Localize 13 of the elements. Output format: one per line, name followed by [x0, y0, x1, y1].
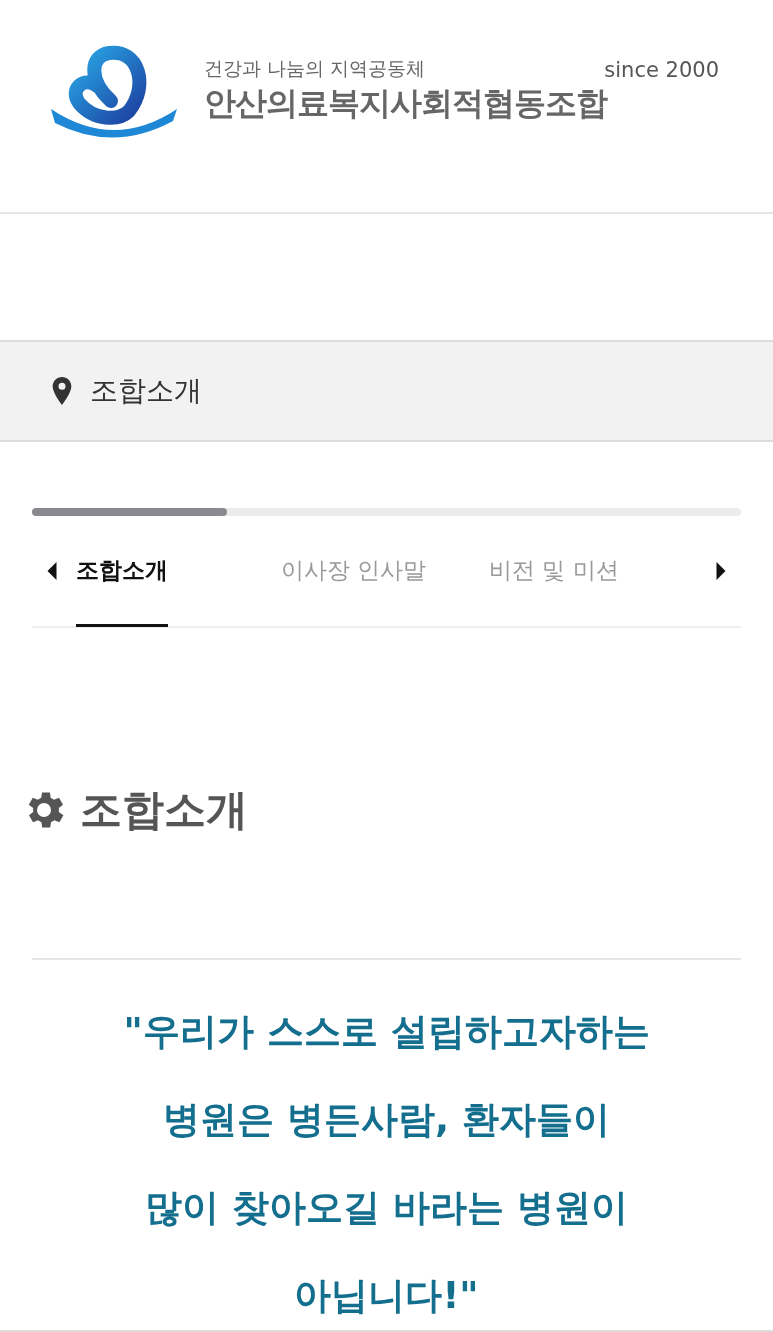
breadcrumb-label: 조합소개 [90, 373, 202, 409]
tagline: 건강과 나눔의 지역공동체 [204, 56, 426, 81]
scroll-thumb[interactable] [32, 508, 227, 516]
right-arrow-icon[interactable] [715, 562, 727, 580]
org-name: 안산의료복지사회적협동조합 [204, 83, 609, 124]
since-text: since 2000 [604, 58, 719, 82]
section-title: 조합소개 [80, 784, 248, 836]
map-pin-icon [52, 377, 72, 405]
tab[interactable]: 비전 및 미션 [489, 517, 619, 627]
tab[interactable]: 이사장 인사말 [281, 517, 471, 627]
quote-text: "우리가 스스로 설립하고자하는 병원은 병든사람, 환자들이 많이 찾아오길 바라는 병원이 아닙니다!" [122, 1009, 651, 1319]
tab[interactable]: 조합소개 [76, 517, 168, 627]
left-arrow-icon[interactable] [46, 562, 58, 580]
